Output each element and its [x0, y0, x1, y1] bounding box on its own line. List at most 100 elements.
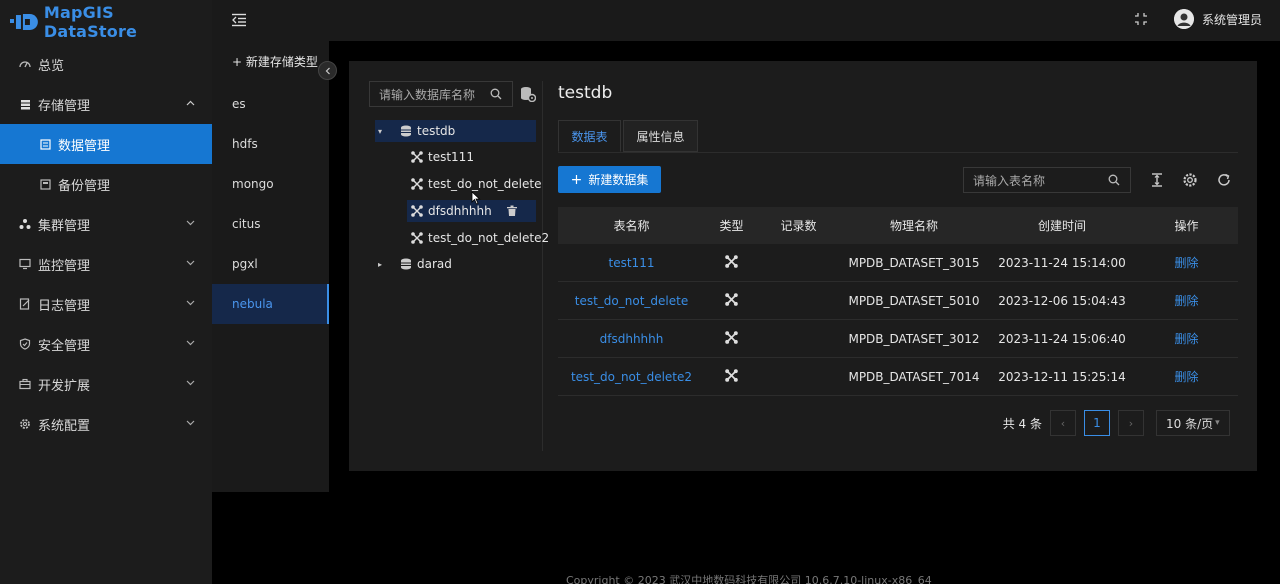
menu-fold-icon[interactable]: [231, 13, 247, 27]
total-count: 共 4 条: [1002, 416, 1042, 431]
storage-icon: [18, 97, 32, 111]
app-name: MapGIS DataStore: [43, 3, 138, 41]
log-icon: [18, 297, 32, 311]
physical-name: MPDB_DATASET_3012: [848, 331, 980, 346]
storage-type-pgxl[interactable]: pgxl: [212, 244, 329, 284]
sidebar-item-label: 系统配置: [38, 418, 91, 434]
table-row: test_do_not_delete2 MPDB_DATASET_7014 20…: [558, 358, 1238, 396]
new-dataset-label: 新建数据集: [588, 173, 649, 187]
logo: MapGIS DataStore: [0, 0, 212, 44]
shield-icon: [18, 337, 32, 351]
delete-link[interactable]: 删除: [1135, 292, 1238, 309]
graph-type-icon: [705, 330, 758, 347]
column-header: 创建时间: [1037, 219, 1086, 233]
tab-bar: 数据表 属性信息: [558, 120, 1238, 153]
chevron-down-icon: [184, 337, 196, 349]
chevron-up-icon: [184, 97, 196, 109]
sidebar-item-extension[interactable]: 开发扩展: [0, 364, 212, 404]
fullscreen-icon[interactable]: [1134, 12, 1148, 26]
plus-icon: +: [570, 171, 583, 188]
storage-type-es[interactable]: es: [212, 84, 329, 124]
storage-type-hdfs[interactable]: hdfs: [212, 124, 329, 164]
table-row: dfsdhhhhh MPDB_DATASET_3012 2023-11-24 1…: [558, 320, 1238, 358]
table-row: test111 MPDB_DATASET_3015 2023-11-24 15:…: [558, 244, 1238, 282]
storage-type-nebula[interactable]: nebula: [212, 284, 329, 324]
delete-link[interactable]: 删除: [1135, 254, 1238, 271]
tree-node-test111[interactable]: test111: [411, 146, 474, 168]
graph-node-icon: [411, 232, 423, 244]
mouse-cursor-icon: [471, 191, 481, 205]
top-bar: 系统管理员: [212, 0, 1280, 41]
storage-type-citus[interactable]: citus: [212, 204, 329, 244]
column-height-icon[interactable]: [1149, 172, 1165, 188]
tree-node-label: test111: [428, 150, 474, 164]
next-page-button[interactable]: ›: [1118, 410, 1144, 436]
graph-node-icon: [411, 205, 423, 217]
delete-icon[interactable]: [506, 205, 518, 217]
sidebar-item-storage[interactable]: 存储管理: [0, 84, 212, 124]
created-time: 2023-12-11 15:25:14: [998, 369, 1126, 384]
table-search-input[interactable]: 请输入表名称: [963, 167, 1131, 193]
toolbox-icon: [18, 377, 32, 391]
settings-icon[interactable]: [1182, 172, 1198, 188]
delete-link[interactable]: 删除: [1135, 330, 1238, 347]
column-header: 表名称: [613, 219, 650, 233]
tree-node-darad[interactable]: ▸ darad: [375, 253, 452, 275]
page-1-button[interactable]: 1: [1084, 410, 1110, 436]
physical-name: MPDB_DATASET_5010: [848, 293, 980, 308]
caret-down-icon[interactable]: ▾: [378, 127, 388, 136]
dashboard-icon: [18, 57, 32, 71]
sidebar-item-log[interactable]: 日志管理: [0, 284, 212, 324]
cluster-icon: [18, 217, 32, 231]
refresh-icon[interactable]: [1216, 172, 1232, 188]
chevron-left-icon: ‹: [1060, 416, 1066, 430]
caret-right-icon[interactable]: ▸: [378, 260, 388, 269]
collapse-panel-button[interactable]: [318, 61, 337, 80]
sidebar-item-label: 集群管理: [38, 218, 91, 234]
sidebar-item-monitor[interactable]: 监控管理: [0, 244, 212, 284]
sidebar-item-system-config[interactable]: 系统配置: [0, 404, 212, 444]
sidebar: MapGIS DataStore 总览 存储管理 数据管理 备份管理 集群管理 …: [0, 0, 212, 584]
user-avatar[interactable]: [1173, 9, 1194, 29]
search-icon[interactable]: [1108, 174, 1120, 186]
user-name[interactable]: 系统管理员: [1202, 11, 1262, 28]
sidebar-item-cluster[interactable]: 集群管理: [0, 204, 212, 244]
table-name-link[interactable]: test111: [558, 256, 705, 270]
chevron-down-icon: [184, 217, 196, 229]
database-search-input[interactable]: 请输入数据库名称: [369, 81, 513, 107]
backup-icon: [38, 177, 52, 191]
tab-tables[interactable]: 数据表: [558, 120, 621, 152]
column-header: 记录数: [780, 219, 817, 233]
sidebar-item-data-management[interactable]: 数据管理: [0, 124, 212, 164]
database-icon: [401, 125, 411, 137]
tree-node-label: darad: [417, 257, 452, 271]
tab-properties[interactable]: 属性信息: [623, 120, 698, 152]
logo-icon: [10, 14, 38, 30]
chevron-down-icon: [184, 297, 196, 309]
physical-name: MPDB_DATASET_7014: [848, 369, 980, 384]
search-placeholder: 请输入数据库名称: [379, 87, 476, 102]
chevron-down-icon: ▾: [1215, 418, 1220, 428]
data-icon: [38, 137, 52, 151]
new-storage-type-button[interactable]: + 新建存储类型: [212, 41, 329, 81]
storage-type-panel: + 新建存储类型 es hdfs mongo citus pgxl nebula: [212, 41, 329, 492]
page-size-select[interactable]: 10 条/页 ▾: [1156, 410, 1230, 436]
table-name-link[interactable]: dfsdhhhhh: [558, 332, 705, 346]
tree-node-testdb[interactable]: ▾ testdb: [375, 120, 536, 142]
monitor-icon: [18, 257, 32, 271]
prev-page-button[interactable]: ‹: [1050, 410, 1076, 436]
database-settings-icon[interactable]: [520, 86, 536, 102]
chevron-right-icon: ›: [1128, 416, 1134, 430]
tree-node-test-do-not-delete2[interactable]: test_do_not_delete2: [411, 227, 549, 249]
sidebar-item-security[interactable]: 安全管理: [0, 324, 212, 364]
search-icon[interactable]: [490, 88, 502, 100]
sidebar-item-backup[interactable]: 备份管理: [0, 164, 212, 204]
storage-type-mongo[interactable]: mongo: [212, 164, 329, 204]
table-name-link[interactable]: test_do_not_delete: [558, 294, 705, 308]
tree-node-label: test_do_not_delete: [428, 177, 542, 191]
table-name-link[interactable]: test_do_not_delete2: [558, 370, 705, 384]
sidebar-item-overview[interactable]: 总览: [0, 44, 212, 84]
delete-link[interactable]: 删除: [1135, 368, 1238, 385]
page-size-value: 10 条/页: [1166, 416, 1214, 431]
new-dataset-button[interactable]: + 新建数据集: [558, 166, 661, 193]
